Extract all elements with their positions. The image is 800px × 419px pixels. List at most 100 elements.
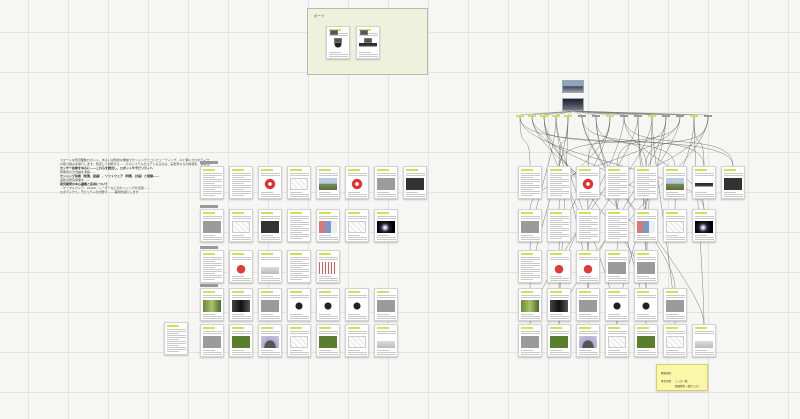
content-card[interactable]: [258, 324, 282, 357]
content-card[interactable]: [345, 288, 369, 321]
content-card[interactable]: [547, 324, 571, 357]
content-card[interactable]: [200, 250, 224, 283]
card-highlight: [377, 291, 389, 293]
content-card[interactable]: [576, 324, 600, 357]
content-card[interactable]: [547, 166, 571, 199]
node-tag[interactable]: [516, 115, 524, 117]
content-card[interactable]: [374, 324, 398, 357]
content-card[interactable]: [374, 166, 398, 199]
content-card[interactable]: [518, 288, 542, 321]
content-card[interactable]: [345, 324, 369, 357]
content-card[interactable]: [316, 209, 340, 242]
card-thumbnail: [377, 336, 395, 348]
content-card[interactable]: [663, 209, 687, 242]
node-tag[interactable]: [690, 115, 698, 117]
card-text-line: [348, 316, 367, 317]
card-text-line: [521, 297, 540, 298]
content-card[interactable]: [200, 166, 224, 199]
content-card[interactable]: [634, 250, 658, 283]
content-card[interactable]: [576, 288, 600, 321]
card-text-line: [261, 192, 273, 193]
card-text-line: [232, 173, 251, 174]
content-card[interactable]: [663, 324, 687, 357]
content-card[interactable]: [345, 166, 369, 199]
content-card[interactable]: [634, 166, 658, 199]
content-card[interactable]: [576, 166, 600, 199]
content-card[interactable]: [518, 209, 542, 242]
node-tag[interactable]: [528, 115, 536, 117]
content-card[interactable]: [605, 324, 629, 357]
node-tag[interactable]: [648, 115, 656, 117]
content-card[interactable]: [164, 322, 188, 355]
card-highlight: [695, 212, 707, 214]
content-card[interactable]: [200, 288, 224, 321]
node-tag[interactable]: [606, 115, 614, 117]
content-card[interactable]: [634, 324, 658, 357]
node-tag[interactable]: [592, 115, 600, 117]
node-tag[interactable]: [552, 115, 560, 117]
content-card[interactable]: [287, 288, 311, 321]
content-card[interactable]: [316, 250, 340, 283]
content-card[interactable]: [258, 209, 282, 242]
node-tag[interactable]: [540, 115, 548, 117]
whiteboard-canvas[interactable]: ボード スマートな知覚駆動ロボット、あるいは知的な機械でセンシングとコンピューテ…: [0, 0, 800, 419]
content-card[interactable]: [518, 250, 542, 283]
content-card[interactable]: [605, 250, 629, 283]
content-card[interactable]: [518, 166, 542, 199]
content-card[interactable]: [374, 209, 398, 242]
content-card[interactable]: [316, 166, 340, 199]
card-thumbnail: [377, 178, 395, 190]
node-tag[interactable]: [676, 115, 684, 117]
content-card[interactable]: [258, 288, 282, 321]
content-card[interactable]: [229, 166, 253, 199]
content-card[interactable]: [634, 209, 658, 242]
content-card[interactable]: [605, 209, 629, 242]
content-card[interactable]: [287, 324, 311, 357]
content-card[interactable]: [229, 324, 253, 357]
content-card[interactable]: [634, 288, 658, 321]
content-card[interactable]: [229, 209, 253, 242]
content-card[interactable]: [547, 288, 571, 321]
content-card[interactable]: [258, 166, 282, 199]
content-card[interactable]: [316, 324, 340, 357]
card-text-line: [666, 237, 685, 238]
node-tag[interactable]: [634, 115, 642, 117]
card-highlight: [637, 327, 649, 329]
card-text-line: [608, 350, 620, 351]
content-card[interactable]: [374, 288, 398, 321]
content-card[interactable]: [518, 324, 542, 357]
node-tag[interactable]: [620, 115, 628, 117]
card-thumbnail: [261, 300, 279, 312]
content-card[interactable]: [287, 166, 311, 199]
content-card[interactable]: [200, 209, 224, 242]
card-text-line: [359, 52, 371, 53]
node-tag[interactable]: [704, 115, 712, 117]
content-card[interactable]: [721, 166, 745, 199]
content-card[interactable]: [663, 288, 687, 321]
node-tag[interactable]: [578, 115, 586, 117]
node-tag[interactable]: [662, 115, 670, 117]
content-card[interactable]: [316, 288, 340, 321]
content-card[interactable]: [576, 209, 600, 242]
content-card[interactable]: [229, 288, 253, 321]
card-text-line: [521, 195, 533, 196]
content-card[interactable]: [258, 250, 282, 283]
card-text-line: [521, 273, 533, 274]
content-card[interactable]: [345, 209, 369, 242]
content-card[interactable]: [692, 209, 716, 242]
content-card[interactable]: [663, 166, 687, 199]
content-card[interactable]: [403, 166, 427, 199]
content-card[interactable]: [547, 209, 571, 242]
content-card[interactable]: [229, 250, 253, 283]
content-card[interactable]: [576, 250, 600, 283]
content-card[interactable]: [547, 250, 571, 283]
content-card[interactable]: [692, 324, 716, 357]
content-card[interactable]: [605, 288, 629, 321]
content-card[interactable]: [287, 209, 311, 242]
content-card[interactable]: [200, 324, 224, 357]
content-card[interactable]: [692, 166, 716, 199]
node-tag[interactable]: [564, 115, 572, 117]
content-card[interactable]: [287, 250, 311, 283]
card-text-line: [348, 237, 367, 238]
content-card[interactable]: [605, 166, 629, 199]
